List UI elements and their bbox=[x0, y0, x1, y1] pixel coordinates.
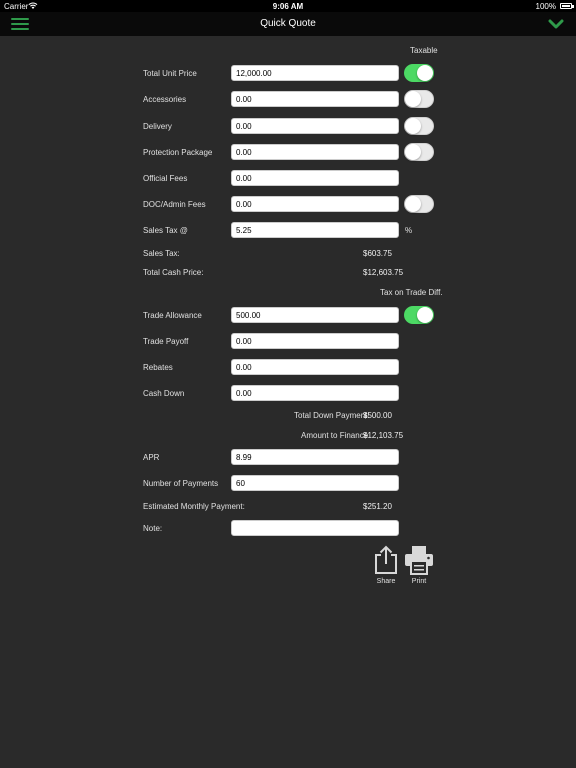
clock: 9:06 AM bbox=[272, 2, 304, 11]
toggle-knob bbox=[405, 118, 421, 134]
trade-payoff-field[interactable] bbox=[231, 333, 399, 349]
chevron-down-icon[interactable] bbox=[548, 17, 564, 31]
sales-tax-value: $603.75 bbox=[363, 249, 392, 258]
doc-admin-fees-label: DOC/Admin Fees bbox=[143, 200, 206, 209]
accessories-taxable-toggle[interactable] bbox=[404, 90, 434, 108]
toggle-knob bbox=[405, 91, 421, 107]
sales-tax-label: Sales Tax: bbox=[143, 249, 180, 258]
total-unit-price-taxable-toggle[interactable] bbox=[404, 64, 434, 82]
total-down-payment-label: Total Down Payment: bbox=[294, 411, 370, 420]
total-unit-price-field[interactable] bbox=[231, 65, 399, 81]
note-field[interactable] bbox=[231, 520, 399, 536]
battery-icon bbox=[560, 3, 572, 9]
accessories-label: Accessories bbox=[143, 95, 187, 104]
cash-down-field[interactable] bbox=[231, 385, 399, 401]
trade-allowance-tax-toggle[interactable] bbox=[404, 306, 434, 324]
doc-admin-fees-taxable-toggle[interactable] bbox=[404, 195, 434, 213]
share-icon bbox=[375, 545, 397, 574]
share-button[interactable]: Share bbox=[370, 545, 402, 585]
amount-to-finance-value: $12,103.75 bbox=[363, 431, 404, 440]
trade-allowance-field[interactable] bbox=[231, 307, 399, 323]
estimated-monthly-payment-label: Estimated Monthly Payment: bbox=[143, 502, 245, 511]
official-fees-label: Official Fees bbox=[143, 174, 188, 183]
doc-admin-fees-field[interactable] bbox=[231, 196, 399, 212]
number-of-payments-field[interactable] bbox=[231, 475, 399, 491]
trade-allowance-label: Trade Allowance bbox=[143, 311, 202, 320]
protection-package-field[interactable] bbox=[231, 144, 399, 160]
printer-icon bbox=[405, 546, 433, 575]
apr-field[interactable] bbox=[231, 449, 399, 465]
toggle-knob bbox=[417, 307, 433, 323]
protection-package-taxable-toggle[interactable] bbox=[404, 143, 434, 161]
estimated-monthly-payment-value: $251.20 bbox=[363, 502, 392, 511]
tax-on-trade-header: Tax on Trade Diff. bbox=[380, 288, 443, 297]
status-bar: Carrier 9:06 AM 100% bbox=[0, 0, 576, 12]
toggle-knob bbox=[405, 144, 421, 160]
delivery-field[interactable] bbox=[231, 118, 399, 134]
total-cash-price-value: $12,603.75 bbox=[363, 268, 404, 277]
rebates-label: Rebates bbox=[143, 363, 173, 372]
toggle-knob bbox=[405, 196, 421, 212]
taxable-header: Taxable bbox=[410, 46, 438, 55]
number-of-payments-label: Number of Payments bbox=[143, 479, 219, 488]
percent-unit: % bbox=[405, 226, 413, 235]
delivery-label: Delivery bbox=[143, 122, 172, 131]
accessories-field[interactable] bbox=[231, 91, 399, 107]
cash-down-label: Cash Down bbox=[143, 389, 185, 398]
protection-package-label: Protection Package bbox=[143, 148, 213, 157]
toggle-knob bbox=[417, 65, 433, 81]
total-down-payment-value: $500.00 bbox=[363, 411, 392, 420]
battery-percentage: 100% bbox=[535, 2, 556, 11]
delivery-taxable-toggle[interactable] bbox=[404, 117, 434, 135]
sales-tax-rate-field[interactable] bbox=[231, 222, 399, 238]
apr-label: APR bbox=[143, 453, 160, 462]
trade-payoff-label: Trade Payoff bbox=[143, 337, 189, 346]
navigation-bar: Quick Quote bbox=[0, 12, 576, 36]
battery-cap bbox=[572, 5, 574, 8]
share-label: Share bbox=[376, 578, 396, 585]
sales-tax-rate-label: Sales Tax @ bbox=[143, 226, 188, 235]
official-fees-field[interactable] bbox=[231, 170, 399, 186]
page-title: Quick Quote bbox=[260, 18, 316, 29]
note-label: Note: bbox=[143, 524, 163, 533]
total-cash-price-label: Total Cash Price: bbox=[143, 268, 204, 277]
rebates-field[interactable] bbox=[231, 359, 399, 375]
print-label: Print bbox=[411, 578, 427, 585]
total-unit-price-label: Total Unit Price bbox=[143, 69, 197, 78]
print-button[interactable]: Print bbox=[403, 545, 435, 585]
amount-to-finance-label: Amount to Finance bbox=[301, 431, 369, 440]
